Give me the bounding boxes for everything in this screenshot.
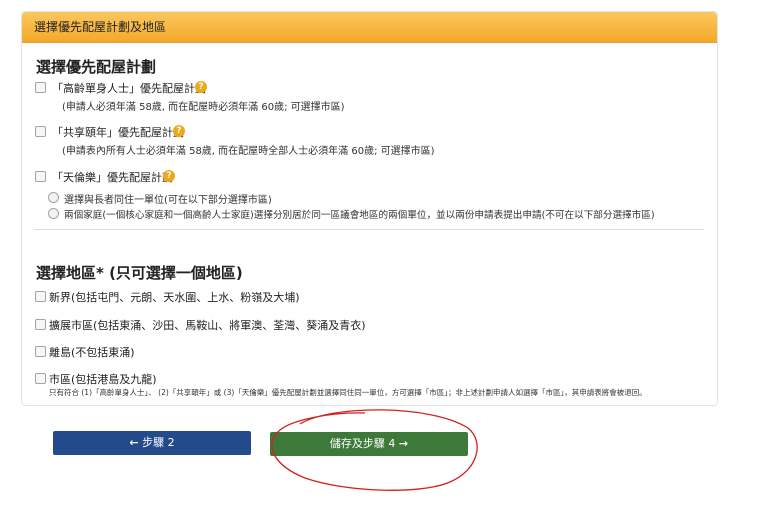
red-circle-annotation [271, 409, 478, 491]
